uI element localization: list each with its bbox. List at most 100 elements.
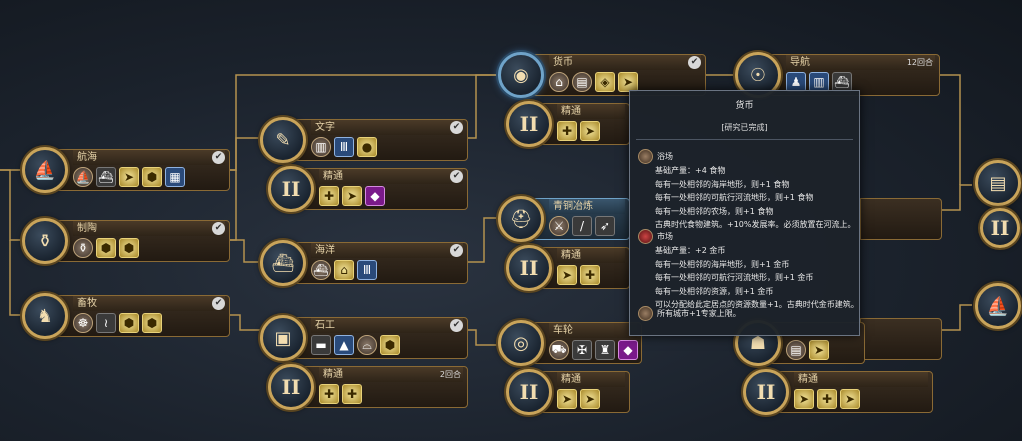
tech-node-bronze-working[interactable]: 青铜冶炼 ⚔ / ➶ ⛑ [498, 196, 630, 246]
mastery-numeral-icon[interactable]: II [506, 101, 552, 147]
tech-title: 制陶 [73, 221, 225, 236]
map-icon[interactable]: ▦ [165, 167, 185, 187]
tooltip-section-bath: 浴场 基础产量：+4 食物 每有一处相邻的海岸地形，则+1 食物 每有一处相邻的… [638, 149, 855, 232]
mastery-numeral-icon[interactable]: II [506, 369, 552, 415]
columns-icon[interactable]: Ⅲ [334, 137, 354, 157]
hex-icon[interactable]: ⬢ [142, 167, 162, 187]
market-icon[interactable]: ⌂ [549, 72, 569, 92]
tech-node-wheel[interactable]: 车轮 ⛟ ✠ ♜ ◆ ◎ [498, 320, 642, 370]
pointer-icon[interactable]: ➤ [557, 265, 577, 285]
library-icon[interactable]: ▥ [311, 137, 331, 157]
tech-node-currency-mastery[interactable]: 精通 ✚ ➤ II [506, 101, 630, 151]
plus-icon[interactable]: ✚ [817, 389, 837, 409]
spear-icon[interactable]: ⚔ [549, 216, 569, 236]
boat-icon[interactable]: ⛴ [96, 167, 116, 187]
blue-icon[interactable]: ♟ [786, 72, 806, 92]
trail-icon[interactable]: ≀ [96, 313, 116, 333]
mastery-numeral-icon[interactable]: II [743, 369, 789, 415]
tech-node-hidden-right[interactable] [860, 196, 942, 246]
plus-icon[interactable]: ✚ [342, 384, 362, 404]
stone-block-icon[interactable]: ▣ [260, 315, 306, 361]
bow-icon[interactable]: ➶ [595, 216, 615, 236]
pointer-icon[interactable]: ➤ [618, 72, 638, 92]
obelisk-icon[interactable]: ▲ [334, 335, 354, 355]
hex-icon[interactable]: ⬢ [380, 335, 400, 355]
scroll-icon[interactable]: ☸ [73, 313, 93, 333]
tech-tooltip: 货币 [研究已完成] 浴场 基础产量：+4 食物 每有一处相邻的海岸地形，则+1… [629, 90, 860, 336]
plus-icon[interactable]: ✚ [557, 121, 577, 141]
bank-icon[interactable]: ▤ [572, 72, 592, 92]
cart-icon[interactable]: ⛟ [549, 340, 569, 360]
tech-node-masonry-mastery[interactable]: 精通 2回合 ✚ ✚ II [268, 364, 468, 414]
animal-husbandry-icon[interactable]: ♞ [22, 293, 68, 339]
mastery-numeral-icon[interactable]: II [268, 364, 314, 410]
tech-bar: 精通 ➤ ✚ ➤ [773, 371, 933, 413]
pottery-icon[interactable]: ⚱ [22, 218, 68, 264]
pointer-icon[interactable]: ➤ [557, 389, 577, 409]
ship-icon[interactable]: ⛵ [73, 167, 93, 187]
bulb-icon[interactable]: ● [357, 137, 377, 157]
hex-icon[interactable]: ⬢ [96, 238, 116, 258]
tech-title: 货币 [549, 55, 701, 70]
library-icon[interactable]: ▥ [809, 72, 829, 92]
pointer-icon[interactable]: ➤ [809, 340, 829, 360]
tech-node-pottery[interactable]: 制陶 ✔ ⚱ ⬢ ⬢ ⚱ [22, 218, 230, 268]
purple-icon[interactable]: ◆ [365, 186, 385, 206]
hex-icon[interactable]: ⬢ [119, 238, 139, 258]
tech-node-animal-husbandry[interactable]: 畜牧 ✔ ☸ ≀ ⬢ ⬢ ♞ [22, 293, 230, 343]
pointer-icon[interactable]: ➤ [580, 389, 600, 409]
pointer-icon[interactable]: ➤ [580, 121, 600, 141]
building-icon[interactable]: ▤ [786, 340, 806, 360]
dome-icon[interactable]: ⌓ [357, 335, 377, 355]
tech-bar: 文字 ✔ ▥ Ⅲ ● [290, 119, 468, 161]
divider [636, 139, 853, 140]
hex-icon[interactable]: ⬢ [119, 313, 139, 333]
ship-hull-icon[interactable]: ⛴ [260, 240, 306, 286]
pointer-icon[interactable]: ➤ [119, 167, 139, 187]
ship-icon[interactable]: ⛴ [832, 72, 852, 92]
tech-node-sailing[interactable]: 海洋 ✔ ⛴ ⌂ Ⅲ ⛴ [260, 240, 468, 290]
plus-icon[interactable]: ✚ [319, 186, 339, 206]
pointer-icon[interactable]: ➤ [342, 186, 362, 206]
boat-icon[interactable]: ⛴ [311, 260, 331, 280]
mastery-numeral-icon[interactable]: II [506, 245, 552, 291]
house-icon[interactable]: ⌂ [334, 260, 354, 280]
wonder-icon[interactable]: ◈ [595, 72, 615, 92]
quill-icon[interactable]: ✎ [260, 117, 306, 163]
plus-icon[interactable]: ✚ [319, 384, 339, 404]
mastery-numeral-icon[interactable]: II [980, 208, 1020, 248]
sword-icon[interactable]: / [572, 216, 592, 236]
tech-bar: 畜牧 ✔ ☸ ≀ ⬢ ⬢ [52, 295, 230, 337]
tech-node-bronze-mastery[interactable]: 精通 ➤ ✚ II [506, 245, 630, 295]
completed-check-icon: ✔ [212, 222, 225, 235]
scroll-tech-icon[interactable]: ▤ [975, 160, 1021, 206]
temple-icon[interactable]: Ⅲ [357, 260, 377, 280]
completed-check-icon: ✔ [688, 56, 701, 69]
tech-node-masonry[interactable]: 石工 ✔ ▬ ▲ ⌓ ⬢ ▣ [260, 315, 468, 365]
tech-title: 文字 [311, 120, 463, 135]
tech-node-writing[interactable]: 文字 ✔ ▥ Ⅲ ● ✎ [260, 117, 468, 167]
tech-node-writing-mastery[interactable]: 精通 ✔ ✚ ➤ ◆ II [268, 166, 468, 216]
mastery-numeral-icon[interactable]: II [268, 166, 314, 212]
wall-icon[interactable]: ▬ [311, 335, 331, 355]
tech-bar: 精通 2回合 ✚ ✚ [298, 366, 468, 408]
plus-icon[interactable]: ✚ [580, 265, 600, 285]
turns-remaining: 2回合 [439, 370, 461, 379]
sailboat-icon[interactable]: ⛵ [22, 147, 68, 193]
bronze-helmet-icon[interactable]: ⛑ [498, 196, 544, 242]
tech-node-wheel-mastery[interactable]: 精通 ➤ ➤ II [506, 369, 630, 419]
hex-icon[interactable]: ⬢ [142, 313, 162, 333]
pointer-icon[interactable]: ➤ [840, 389, 860, 409]
soldier-icon[interactable]: ✠ [572, 340, 592, 360]
pointer-icon[interactable]: ➤ [794, 389, 814, 409]
tech-node-navigation[interactable]: 航海 ✔ ⛵ ⛴ ➤ ⬢ ▦ ⛵ [22, 147, 230, 197]
wheel-icon[interactable]: ◎ [498, 320, 544, 366]
elephant-icon[interactable]: ♜ [595, 340, 615, 360]
tech-node-hidden-right-2[interactable] [860, 316, 942, 366]
pot-icon[interactable]: ⚱ [73, 238, 93, 258]
ship-tech-icon[interactable]: ⛵ [975, 283, 1021, 329]
tech-node-late-mastery[interactable]: 精通 ➤ ✚ ➤ II [743, 369, 933, 419]
tech-bar: 航海 ✔ ⛵ ⛴ ➤ ⬢ ▦ [52, 149, 230, 191]
coin-icon[interactable]: ◉ [498, 52, 544, 98]
purple-icon[interactable]: ◆ [618, 340, 638, 360]
